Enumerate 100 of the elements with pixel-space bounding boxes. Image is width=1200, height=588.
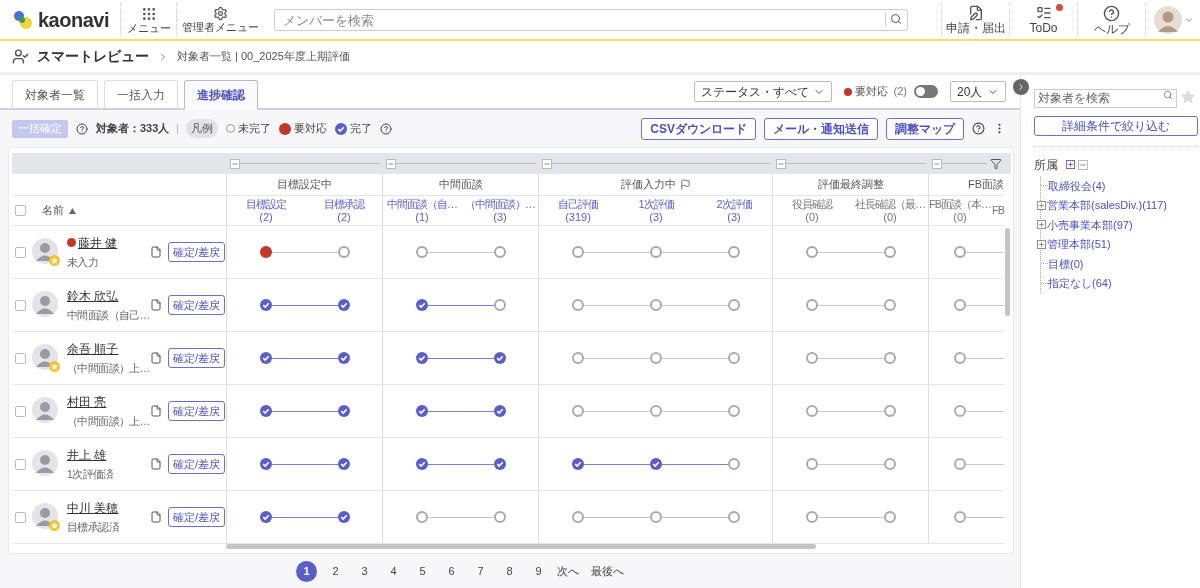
member-name-link[interactable]: 中川 美穂 bbox=[67, 498, 119, 517]
collapse-button[interactable] bbox=[932, 158, 942, 169]
page-button[interactable]: 3 bbox=[354, 561, 375, 582]
advanced-filter-button[interactable]: 詳細条件で絞り込む bbox=[1034, 116, 1198, 136]
header-action-button[interactable]: ヘルプ bbox=[1077, 2, 1145, 37]
confirm-return-button[interactable]: 確定/差戻 bbox=[168, 242, 226, 262]
page-button[interactable]: 4 bbox=[383, 561, 404, 582]
connector-line bbox=[966, 251, 1004, 253]
select-all-checkbox[interactable] bbox=[15, 205, 26, 216]
sort-ascending-icon[interactable] bbox=[69, 207, 76, 214]
step-header[interactable]: （中間面談）… bbox=[465, 197, 535, 211]
page-button[interactable]: 2 bbox=[325, 561, 346, 582]
connector-line bbox=[817, 304, 884, 306]
page-button[interactable]: 8 bbox=[499, 561, 520, 582]
name-column-header[interactable]: 名前 bbox=[42, 202, 64, 219]
user-avatar[interactable] bbox=[1154, 5, 1182, 34]
vertical-scrollbar[interactable] bbox=[1005, 228, 1010, 316]
favorite-star-icon[interactable] bbox=[1181, 90, 1195, 104]
expand-node-icon[interactable] bbox=[1037, 239, 1046, 249]
row-checkbox[interactable] bbox=[15, 458, 26, 470]
row-checkbox[interactable] bbox=[15, 352, 26, 364]
expand-node-icon[interactable] bbox=[1037, 200, 1046, 210]
toolbar-button[interactable]: メール・通知送信 bbox=[764, 117, 878, 140]
member-name-link[interactable]: 井上 雄 bbox=[67, 445, 107, 464]
target-count: 対象者：333人 bbox=[96, 121, 170, 137]
member-search-field[interactable]: メンバーを検索 bbox=[274, 9, 908, 31]
confirm-return-button[interactable]: 確定/差戻 bbox=[168, 401, 226, 421]
expand-all-icon[interactable] bbox=[1066, 160, 1075, 169]
help-icon[interactable] bbox=[972, 122, 985, 135]
toolbar-button[interactable]: CSVダウンロード bbox=[641, 117, 756, 140]
collapse-button[interactable] bbox=[386, 158, 396, 169]
page-button[interactable]: 7 bbox=[470, 561, 491, 582]
tab[interactable]: 一括入力 bbox=[104, 80, 178, 108]
step-header[interactable]: 目標設定 bbox=[246, 197, 286, 211]
member-name-link[interactable]: 鈴木 欣弘 bbox=[67, 286, 119, 305]
document-icon[interactable] bbox=[150, 405, 162, 417]
step-header: 役員確認 bbox=[792, 197, 832, 211]
connector-line bbox=[966, 304, 1004, 306]
collapse-button[interactable] bbox=[542, 158, 552, 169]
page-button[interactable]: 9 bbox=[528, 561, 549, 582]
step-header[interactable]: 2次評価 bbox=[716, 197, 752, 211]
search-icon[interactable] bbox=[1163, 90, 1173, 100]
confirm-return-button[interactable]: 確定/差戻 bbox=[168, 507, 226, 527]
document-icon[interactable] bbox=[150, 246, 162, 258]
page-button[interactable]: 5 bbox=[412, 561, 433, 582]
connector-line bbox=[966, 410, 1004, 412]
step-header[interactable]: 1次評価 bbox=[638, 197, 674, 211]
row-checkbox[interactable] bbox=[15, 511, 26, 523]
document-icon[interactable] bbox=[150, 299, 162, 311]
help-icon[interactable] bbox=[76, 122, 88, 135]
header-action-button[interactable]: ToDo bbox=[1009, 2, 1077, 37]
step-header[interactable]: 中間面談（自… bbox=[387, 197, 457, 211]
needs-action-toggle[interactable] bbox=[914, 85, 938, 98]
connector-line bbox=[427, 516, 494, 518]
step-header[interactable]: 自己評価 bbox=[558, 197, 598, 211]
confirm-return-button[interactable]: 確定/差戻 bbox=[168, 348, 226, 368]
expand-node-icon[interactable] bbox=[1037, 220, 1046, 230]
department-tree-item[interactable]: 小売事業本部(97) bbox=[1047, 216, 1133, 233]
collapse-button[interactable] bbox=[776, 158, 786, 169]
step-count: (3) bbox=[493, 210, 507, 224]
step-header: FB面談（本… bbox=[928, 197, 992, 211]
row-checkbox[interactable] bbox=[15, 405, 26, 417]
step-header[interactable]: 目標承認 bbox=[324, 197, 364, 211]
department-tree-item[interactable]: 目標(0) bbox=[1048, 255, 1084, 272]
status-select[interactable]: ステータス・すべて bbox=[693, 81, 832, 102]
row-checkbox[interactable] bbox=[15, 246, 26, 258]
member-name-link[interactable]: 藤井 健 bbox=[78, 233, 118, 252]
confirm-return-button[interactable]: 確定/差戻 bbox=[168, 454, 226, 474]
document-icon[interactable] bbox=[150, 458, 162, 470]
member-name-link[interactable]: 余吾 順子 bbox=[67, 339, 119, 358]
page-button[interactable]: 1 bbox=[296, 561, 317, 582]
row-checkbox[interactable] bbox=[15, 299, 26, 311]
connector-line bbox=[271, 304, 338, 306]
department-tree-item[interactable]: 管理本部(51) bbox=[1047, 236, 1111, 253]
nav-button[interactable]: 管理者メニュー bbox=[176, 2, 264, 37]
department-tree-item[interactable]: 営業本部(salesDiv.)(117) bbox=[1047, 197, 1167, 214]
document-icon[interactable] bbox=[150, 352, 162, 364]
toolbar-button[interactable]: 調整マップ bbox=[886, 117, 964, 140]
collapse-button[interactable] bbox=[230, 158, 240, 169]
member-name-link[interactable]: 村田 亮 bbox=[67, 392, 107, 411]
horizontal-scrollbar[interactable] bbox=[226, 544, 816, 549]
nav-button[interactable]: メニュー bbox=[120, 2, 176, 37]
step-count: (3) bbox=[649, 210, 663, 224]
member-search-field[interactable]: 対象者を検索 bbox=[1034, 88, 1177, 108]
collapse-panel-button[interactable] bbox=[1013, 79, 1029, 95]
department-tree-item[interactable]: 取締役会(4) bbox=[1048, 177, 1106, 194]
next-page-link[interactable]: 次へ bbox=[557, 563, 579, 580]
tab[interactable]: 対象者一覧 bbox=[12, 80, 98, 108]
help-icon[interactable] bbox=[380, 122, 393, 135]
filter-icon[interactable] bbox=[990, 157, 1002, 170]
tab[interactable]: 進捗確認 bbox=[184, 80, 258, 110]
header-action-button[interactable]: 申請・届出 bbox=[941, 2, 1009, 37]
department-tree-item[interactable]: 指定なし(64) bbox=[1048, 275, 1112, 292]
step-count: (0) bbox=[805, 210, 819, 224]
confirm-return-button[interactable]: 確定/差戻 bbox=[168, 295, 226, 315]
last-page-link[interactable]: 最後へ bbox=[591, 563, 624, 580]
per-page-select[interactable]: 20人 bbox=[950, 81, 1006, 102]
document-icon[interactable] bbox=[150, 511, 162, 523]
search-icon[interactable] bbox=[890, 12, 902, 25]
page-button[interactable]: 6 bbox=[441, 561, 462, 582]
